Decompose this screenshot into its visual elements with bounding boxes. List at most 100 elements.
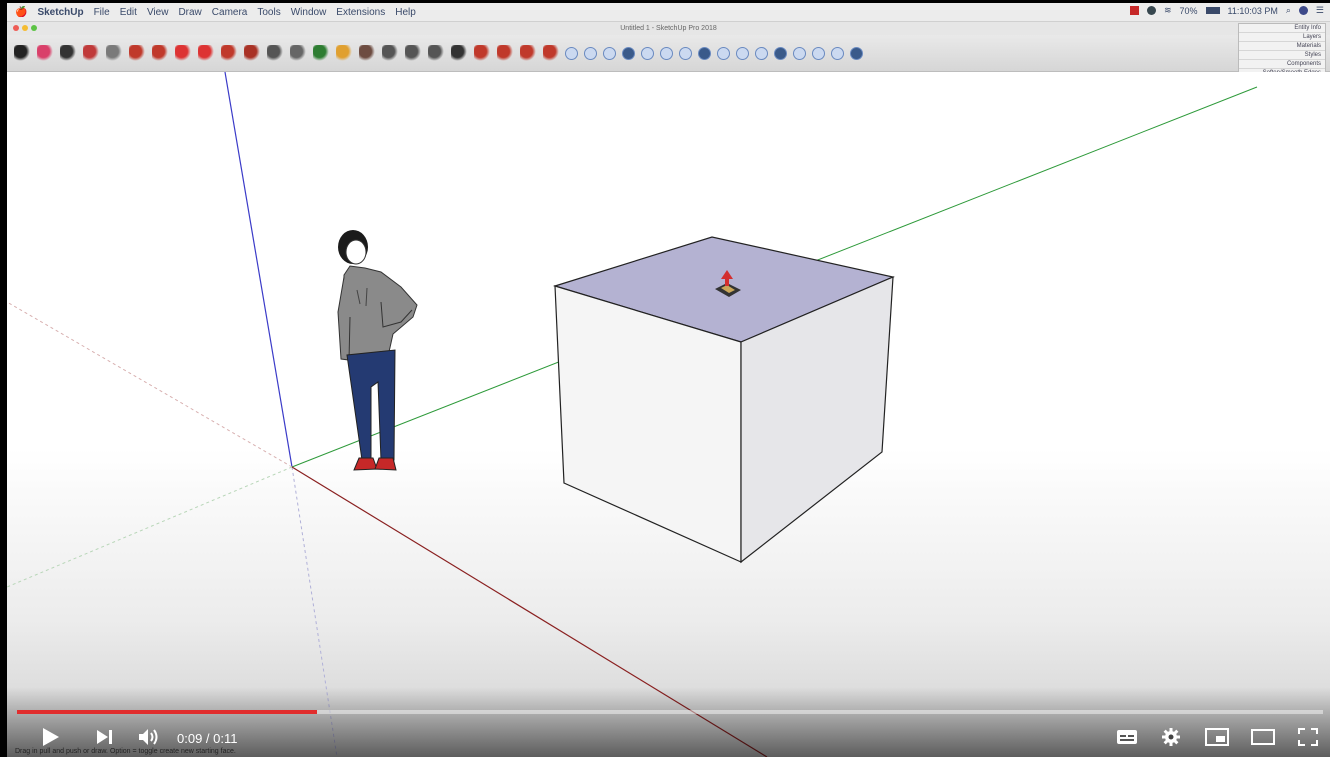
- tray-components[interactable]: Components: [1239, 60, 1325, 69]
- menu-extensions[interactable]: Extensions: [336, 7, 385, 18]
- xray-icon[interactable]: [565, 46, 578, 60]
- menu-view[interactable]: View: [147, 7, 169, 18]
- red-axis-negative: [7, 301, 293, 468]
- progress-played: [17, 710, 318, 714]
- status-hint: Drag in pull and push or draw. Option = …: [15, 748, 236, 755]
- subtitles-icon: [1117, 730, 1137, 744]
- settings-button[interactable]: [1159, 725, 1183, 749]
- back-edges-icon[interactable]: [584, 46, 597, 60]
- paint-bucket-icon[interactable]: [244, 45, 260, 61]
- bottom-view-icon[interactable]: [812, 46, 825, 60]
- select-icon[interactable]: [14, 45, 30, 61]
- volume-button[interactable]: [135, 725, 165, 749]
- menu-edit[interactable]: Edit: [120, 7, 137, 18]
- ruby-icon[interactable]: [850, 46, 863, 60]
- status-area: ≋ 70% 11:10:03 PM ⌕ ☰: [1129, 5, 1324, 16]
- gear-icon: [1162, 728, 1180, 746]
- menu-window[interactable]: Window: [291, 7, 327, 18]
- tray-styles[interactable]: Styles: [1239, 51, 1325, 60]
- window-titlebar: Untitled 1 - SketchUp Pro 2018: [7, 22, 1330, 35]
- miniplayer-button[interactable]: [1203, 725, 1231, 749]
- wifi-icon[interactable]: ≋: [1164, 5, 1172, 16]
- tray-materials[interactable]: Materials: [1239, 42, 1325, 51]
- menu-bar: 🍎 SketchUp File Edit View Draw Camera To…: [7, 3, 1330, 22]
- eraser-icon[interactable]: [37, 45, 53, 61]
- tape-measure-icon[interactable]: [267, 45, 283, 61]
- fullscreen-button[interactable]: [1295, 725, 1321, 749]
- rotate-icon[interactable]: [198, 45, 214, 61]
- progress-bar[interactable]: [17, 710, 1323, 714]
- current-time: 0:09: [177, 731, 203, 746]
- minimize-window-icon[interactable]: [22, 25, 28, 31]
- theater-icon: [1251, 729, 1275, 745]
- move-icon[interactable]: [175, 45, 191, 61]
- maximize-window-icon[interactable]: [31, 25, 37, 31]
- share-model-icon[interactable]: [497, 45, 513, 61]
- tray-entity-info[interactable]: Entity Info: [1239, 24, 1325, 33]
- apple-menu[interactable]: 🍎: [15, 7, 27, 18]
- time-separator: /: [202, 731, 214, 746]
- close-window-icon[interactable]: [13, 25, 19, 31]
- blue-axis: [224, 72, 293, 468]
- left-view-icon[interactable]: [793, 46, 806, 60]
- zoom-extents-icon[interactable]: [382, 45, 398, 61]
- shape-icon[interactable]: [106, 45, 122, 61]
- menu-tools[interactable]: Tools: [257, 7, 280, 18]
- previous-view-icon[interactable]: [405, 45, 421, 61]
- default-tray: Entity Info Layers Materials Styles Comp…: [1238, 23, 1326, 79]
- menu-app-name[interactable]: SketchUp: [37, 7, 83, 18]
- wireframe-icon[interactable]: [603, 46, 616, 60]
- subtitles-button[interactable]: [1115, 725, 1139, 749]
- line-icon[interactable]: [60, 45, 76, 61]
- time-display: 0:09 / 0:11: [177, 731, 238, 746]
- status-app-icon[interactable]: [1146, 6, 1156, 15]
- push-pull-icon[interactable]: [129, 45, 145, 61]
- battery-percent: 70%: [1179, 5, 1198, 16]
- menu-help[interactable]: Help: [395, 7, 416, 18]
- record-icon[interactable]: [1129, 6, 1139, 15]
- notification-icon[interactable]: ☰: [1316, 5, 1324, 16]
- scale-figure: [337, 230, 418, 471]
- search-icon[interactable]: [428, 45, 444, 61]
- next-icon: [97, 730, 112, 744]
- top-view-icon[interactable]: [717, 46, 730, 60]
- siri-icon[interactable]: [1298, 6, 1308, 15]
- theater-mode-button[interactable]: [1249, 725, 1277, 749]
- search-icon[interactable]: ⌕: [1286, 5, 1291, 16]
- offset-icon[interactable]: [152, 45, 168, 61]
- play-button[interactable]: [37, 725, 65, 749]
- monochrome-icon[interactable]: [679, 46, 692, 60]
- close-icon[interactable]: [451, 45, 467, 61]
- menu-file[interactable]: File: [94, 7, 110, 18]
- shaded-textures-icon[interactable]: [660, 46, 673, 60]
- video-frame[interactable]: 🍎 SketchUp File Edit View Draw Camera To…: [7, 3, 1330, 757]
- play-icon: [43, 728, 59, 746]
- layout-icon[interactable]: [543, 45, 559, 61]
- scale-icon[interactable]: [221, 45, 237, 61]
- back-view-icon[interactable]: [774, 46, 787, 60]
- hidden-line-icon[interactable]: [622, 46, 635, 60]
- modeling-viewport[interactable]: [7, 72, 1330, 757]
- shadows-icon[interactable]: [831, 46, 844, 60]
- orbit-icon[interactable]: [313, 45, 329, 61]
- warehouse-icon[interactable]: [474, 45, 490, 61]
- iso-view-icon[interactable]: [698, 46, 711, 60]
- fullscreen-icon: [1298, 728, 1318, 746]
- shaded-icon[interactable]: [641, 46, 654, 60]
- arc-icon[interactable]: [83, 45, 99, 61]
- zoom-icon[interactable]: [359, 45, 375, 61]
- tray-layers[interactable]: Layers: [1239, 33, 1325, 42]
- extension-warehouse-icon[interactable]: [520, 45, 536, 61]
- menu-camera[interactable]: Camera: [212, 7, 248, 18]
- battery-icon: [1205, 7, 1220, 14]
- text-icon[interactable]: [290, 45, 306, 61]
- front-view-icon[interactable]: [736, 46, 749, 60]
- menu-draw[interactable]: Draw: [178, 7, 201, 18]
- scene: [7, 72, 1258, 757]
- miniplayer-icon: [1205, 728, 1229, 746]
- total-time: 0:11: [213, 731, 238, 746]
- green-axis-negative: [7, 466, 293, 588]
- next-button[interactable]: [91, 725, 119, 749]
- pan-icon[interactable]: [336, 45, 352, 61]
- right-view-icon[interactable]: [755, 46, 768, 60]
